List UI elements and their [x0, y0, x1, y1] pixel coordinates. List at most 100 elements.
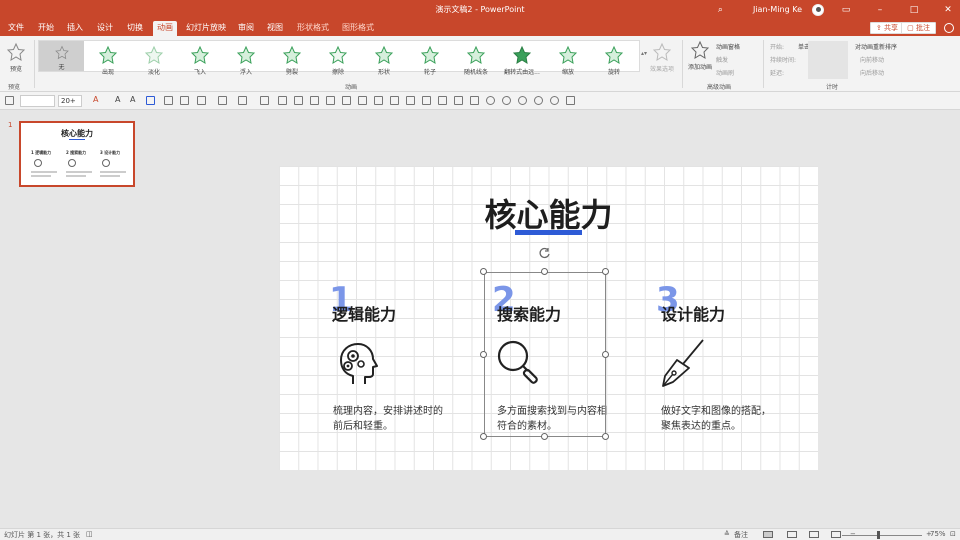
- ribbon-display-icon[interactable]: ▭: [834, 0, 858, 19]
- fit-slide-icon[interactable]: ⊡: [950, 530, 956, 538]
- effect-swivel[interactable]: 旋转: [591, 45, 637, 76]
- merge-shapes-icon[interactable]: [486, 96, 495, 105]
- maximize-button[interactable]: □: [902, 0, 926, 19]
- effect-split[interactable]: 劈裂: [269, 45, 315, 76]
- shape-icon[interactable]: [238, 96, 247, 105]
- combine-icon[interactable]: [518, 96, 527, 105]
- comment-button[interactable]: ▢ 批注: [901, 22, 936, 34]
- animation-gallery[interactable]: 无 出现 淡化 飞入 浮入 劈裂 擦除 形状 轮子 随机线条 翻转式由远... …: [38, 40, 640, 76]
- effect-zoom[interactable]: 缩放: [545, 45, 591, 76]
- timing-value-box[interactable]: [808, 41, 848, 79]
- ungroup-icon[interactable]: [326, 96, 335, 105]
- effect-wipe[interactable]: 擦除: [315, 45, 361, 76]
- font-name-box[interactable]: [20, 95, 55, 107]
- rotate-icon[interactable]: [358, 96, 367, 105]
- shrink-font-icon[interactable]: A: [130, 95, 135, 104]
- align-middle-icon[interactable]: [406, 96, 415, 105]
- share-button[interactable]: ⇪ 共享: [869, 22, 904, 34]
- notes-button[interactable]: 备注: [734, 530, 748, 540]
- effect-options-button[interactable]: 效果选项: [650, 42, 674, 73]
- animation-pane-button[interactable]: 动画窗格: [716, 42, 740, 51]
- select-icon[interactable]: [5, 96, 14, 105]
- minimize-button[interactable]: –: [868, 0, 892, 19]
- align-left-icon[interactable]: [146, 96, 155, 105]
- align-right-icon[interactable]: [180, 96, 189, 105]
- tab-review[interactable]: 审阅: [238, 22, 254, 33]
- tab-transitions[interactable]: 切换: [127, 22, 143, 33]
- fill-color-icon[interactable]: [197, 96, 206, 105]
- tab-view[interactable]: 视图: [267, 22, 283, 33]
- move-later-button[interactable]: 向后移动: [860, 68, 884, 77]
- column-description[interactable]: 做好文字和图像的搭配，聚焦表达的重点。: [661, 404, 771, 434]
- tab-insert[interactable]: 插入: [67, 22, 83, 33]
- selection-frame[interactable]: [484, 272, 606, 437]
- resize-handle[interactable]: [480, 268, 487, 275]
- normal-view-icon[interactable]: [763, 531, 773, 538]
- union-icon[interactable]: [502, 96, 511, 105]
- tab-animations[interactable]: 动画: [153, 21, 177, 36]
- intersect-icon[interactable]: [550, 96, 559, 105]
- font-color-icon[interactable]: A: [93, 95, 98, 104]
- resize-handle[interactable]: [602, 351, 609, 358]
- close-button[interactable]: ✕: [936, 0, 960, 19]
- send-backward-icon[interactable]: [294, 96, 303, 105]
- animation-painter-button[interactable]: 动画刷: [716, 68, 734, 77]
- gallery-more-icon[interactable]: ▴▾: [641, 50, 647, 57]
- line-color-icon[interactable]: [218, 96, 227, 105]
- zoom-level[interactable]: 75%: [930, 530, 946, 538]
- format-painter-icon[interactable]: [260, 96, 269, 105]
- group-icon[interactable]: [310, 96, 319, 105]
- user-name[interactable]: Jian-Ming Ke: [753, 5, 802, 14]
- avatar[interactable]: [812, 3, 824, 16]
- resize-handle[interactable]: [541, 268, 548, 275]
- zoom-out-icon[interactable]: −: [850, 530, 856, 538]
- slideshow-view-icon[interactable]: [831, 531, 841, 538]
- resize-handle[interactable]: [602, 433, 609, 440]
- tab-home[interactable]: 开始: [38, 22, 54, 33]
- tab-file[interactable]: 文件: [8, 22, 24, 33]
- reading-view-icon[interactable]: [809, 531, 819, 538]
- rotate-handle-icon[interactable]: [539, 247, 551, 259]
- fragment-icon[interactable]: [534, 96, 543, 105]
- column-title[interactable]: 逻辑能力: [332, 301, 396, 325]
- pen-nib-icon[interactable]: [659, 338, 709, 388]
- accessibility-icon[interactable]: ◫: [86, 530, 93, 538]
- distribute-h-icon[interactable]: [438, 96, 447, 105]
- effect-random-bars[interactable]: 随机线条: [453, 45, 499, 76]
- zoom-slider-thumb[interactable]: [877, 531, 880, 539]
- search-icon[interactable]: ⌕: [718, 5, 723, 15]
- align-objects-icon[interactable]: [342, 96, 351, 105]
- resize-handle[interactable]: [541, 433, 548, 440]
- effect-shape[interactable]: 形状: [361, 45, 407, 76]
- grow-font-icon[interactable]: A: [115, 95, 120, 104]
- notes-icon[interactable]: ≙: [724, 530, 730, 538]
- bring-forward-icon[interactable]: [278, 96, 287, 105]
- effect-float-in[interactable]: 浮入: [223, 45, 269, 76]
- font-size-box[interactable]: 20+: [58, 95, 82, 107]
- crop-icon[interactable]: [374, 96, 383, 105]
- preview-button[interactable]: 预览: [6, 42, 26, 73]
- tab-shape-format[interactable]: 形状格式: [297, 22, 329, 33]
- head-gears-icon[interactable]: [333, 338, 383, 388]
- title-underline[interactable]: [515, 230, 582, 235]
- add-animation-button[interactable]: 添加动画: [688, 40, 712, 71]
- effect-wheel[interactable]: 轮子: [407, 45, 453, 76]
- effect-appear[interactable]: 出现: [85, 45, 131, 76]
- trigger-button[interactable]: 触发: [716, 55, 728, 64]
- align-center-icon[interactable]: [164, 96, 173, 105]
- tab-slideshow[interactable]: 幻灯片放映: [186, 22, 226, 33]
- resize-handle[interactable]: [480, 351, 487, 358]
- effect-fade[interactable]: 淡化: [131, 45, 177, 76]
- column-title[interactable]: 设计能力: [661, 301, 725, 325]
- column-description[interactable]: 梳理内容，安排讲述时的前后和轻重。: [333, 404, 443, 434]
- resize-handle[interactable]: [602, 268, 609, 275]
- tab-graphic-format[interactable]: 图形格式: [342, 22, 374, 33]
- slide-thumbnail[interactable]: 核心能力 1 逻辑能力 2 搜索能力 3 设计能力: [19, 121, 135, 187]
- more-icon[interactable]: [566, 96, 575, 105]
- slide-sorter-icon[interactable]: [787, 531, 797, 538]
- align-top-icon[interactable]: [390, 96, 399, 105]
- smile-icon[interactable]: [944, 23, 954, 33]
- effect-fly-in[interactable]: 飞入: [177, 45, 223, 76]
- align-bottom-icon[interactable]: [422, 96, 431, 105]
- size-icon[interactable]: [470, 96, 479, 105]
